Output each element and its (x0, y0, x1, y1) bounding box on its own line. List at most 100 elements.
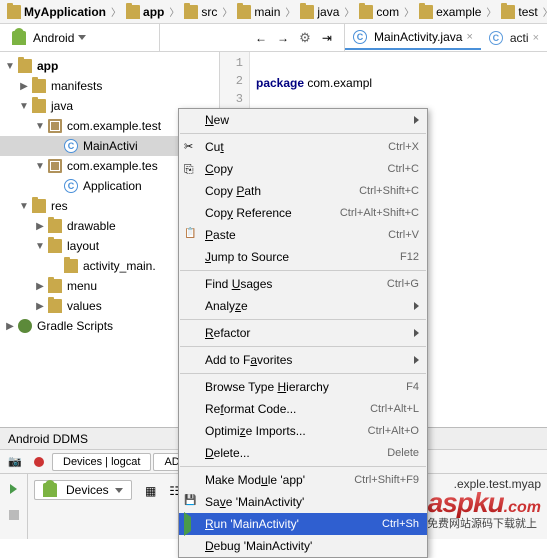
tree-item[interactable]: ▶manifests (0, 76, 219, 96)
android-icon (43, 483, 57, 497)
device-dropdown[interactable]: Devices (34, 480, 132, 500)
editor-tabs: MainActivity.java×acti× (345, 24, 547, 51)
copy-icon: ⎘ (184, 162, 198, 176)
tab-devices-logcat[interactable]: Devices | logcat (52, 453, 151, 471)
breadcrumb-item[interactable]: test (498, 5, 540, 19)
tree-toggle-icon[interactable]: ▼ (18, 200, 30, 212)
tree-toggle-icon[interactable]: ▼ (34, 120, 46, 132)
cut-icon: ✂ (184, 140, 198, 154)
menu-item[interactable]: Analyze (179, 295, 427, 317)
folder-icon (359, 5, 373, 19)
submenu-arrow-icon (414, 329, 419, 337)
chevron-down-icon (78, 35, 86, 40)
class-icon (353, 30, 367, 44)
module-icon (18, 59, 32, 73)
folder-icon (48, 219, 62, 233)
bug-icon (184, 539, 198, 553)
breadcrumb-item[interactable]: main (234, 5, 283, 19)
menu-item[interactable]: New (179, 109, 427, 131)
ddms-side-toolbar (0, 474, 28, 539)
editor-tab[interactable]: MainActivity.java× (345, 26, 481, 50)
breadcrumb-item[interactable]: example (416, 5, 484, 19)
folder-icon (419, 5, 433, 19)
menu-item[interactable]: Refactor (179, 322, 427, 344)
menu-item[interactable]: ✂CutCtrl+X (179, 136, 427, 158)
breadcrumb: MyApplication〉app〉src〉main〉java〉com〉exam… (0, 0, 547, 24)
settings-button[interactable] (294, 27, 316, 49)
gradle-icon (18, 319, 32, 333)
tree-toggle-icon[interactable]: ▼ (18, 100, 30, 112)
tree-toggle-icon[interactable]: ▶ (4, 320, 16, 332)
play-icon (184, 517, 198, 531)
tree-toggle-icon[interactable]: ▶ (34, 220, 46, 232)
android-icon (12, 31, 26, 45)
tree-item[interactable]: ▼app (0, 56, 219, 76)
folder-icon (32, 99, 46, 113)
toolbar: Android ← → ⇥ MainActivity.java×acti× (0, 24, 547, 52)
tree-toggle-icon[interactable]: ▶ (34, 280, 46, 292)
folder-icon (48, 299, 62, 313)
class-icon (64, 179, 78, 193)
menu-item[interactable]: Run 'MainActivity'Ctrl+Sh (179, 513, 427, 535)
tree-toggle-icon[interactable]: ▶ (34, 300, 46, 312)
disk-icon: 💾 (184, 495, 198, 509)
menu-item[interactable]: Debug 'MainActivity' (179, 535, 427, 557)
submenu-arrow-icon (414, 302, 419, 310)
tree-toggle-icon[interactable]: ▼ (34, 240, 46, 252)
tree-toggle-icon[interactable]: ▼ (34, 160, 46, 172)
device-label: Devices (66, 483, 109, 497)
folder-icon (237, 5, 251, 19)
menu-item[interactable]: Add to Favorites (179, 349, 427, 371)
grid-view-button[interactable]: ▦ (140, 480, 162, 502)
breadcrumb-item[interactable]: com (356, 5, 402, 19)
menu-item[interactable]: Find UsagesCtrl+G (179, 273, 427, 295)
project-view-dropdown[interactable]: Android (6, 31, 92, 45)
project-view-label: Android (33, 31, 74, 45)
pkg-icon (48, 159, 62, 173)
watermark-sub: 免费网站源码下载就上 (427, 515, 537, 531)
menu-item[interactable]: Delete...Delete (179, 442, 427, 464)
xml-icon (64, 259, 78, 273)
res-icon (32, 199, 46, 213)
paste-icon: 📋 (184, 228, 198, 242)
folder-icon (48, 239, 62, 253)
breadcrumb-item[interactable]: java (297, 5, 342, 19)
menu-item[interactable]: Optimize Imports...Ctrl+Alt+O (179, 420, 427, 442)
menu-item[interactable]: 📋PasteCtrl+V (179, 224, 427, 246)
menu-item[interactable]: Jump to SourceF12 (179, 246, 427, 268)
module-icon (126, 5, 140, 19)
breadcrumb-item[interactable]: MyApplication (4, 5, 109, 19)
tree-toggle-icon[interactable] (50, 180, 62, 192)
collapse-button[interactable]: ⇥ (316, 27, 338, 49)
menu-item[interactable]: 💾Save 'MainActivity' (179, 491, 427, 513)
screenshot-button[interactable] (4, 451, 26, 473)
breadcrumb-item[interactable]: app (123, 5, 167, 19)
menu-item[interactable]: Copy PathCtrl+Shift+C (179, 180, 427, 202)
menu-item[interactable]: Make Module 'app'Ctrl+Shift+F9 (179, 469, 427, 491)
close-icon[interactable]: × (533, 32, 539, 44)
breadcrumb-item[interactable]: src (181, 5, 220, 19)
tree-toggle-icon[interactable]: ▼ (4, 60, 16, 72)
class-icon (64, 139, 78, 153)
menu-item[interactable]: Reformat Code...Ctrl+Alt+L (179, 398, 427, 420)
module-icon (7, 5, 21, 19)
tree-toggle-icon[interactable]: ▶ (18, 80, 30, 92)
tree-toggle-icon[interactable] (50, 260, 62, 272)
stop-button[interactable] (3, 504, 25, 526)
tree-toggle-icon[interactable] (50, 140, 62, 152)
editor-tab[interactable]: acti× (481, 26, 547, 50)
chevron-down-icon (115, 488, 123, 493)
folder-icon (501, 5, 515, 19)
pkg-icon (48, 119, 62, 133)
menu-item[interactable]: Browse Type HierarchyF4 (179, 376, 427, 398)
close-icon[interactable]: × (466, 31, 472, 43)
nav-fwd-button[interactable]: → (272, 27, 294, 49)
nav-back-button[interactable]: ← (250, 27, 272, 49)
class-icon (489, 31, 503, 45)
record-button[interactable] (28, 451, 50, 473)
folder-icon (48, 279, 62, 293)
context-menu: New ✂CutCtrl+X⎘CopyCtrl+CCopy PathCtrl+Sh… (178, 108, 428, 558)
menu-item[interactable]: Copy ReferenceCtrl+Alt+Shift+C (179, 202, 427, 224)
menu-item[interactable]: ⎘CopyCtrl+C (179, 158, 427, 180)
run-button[interactable] (3, 478, 25, 500)
